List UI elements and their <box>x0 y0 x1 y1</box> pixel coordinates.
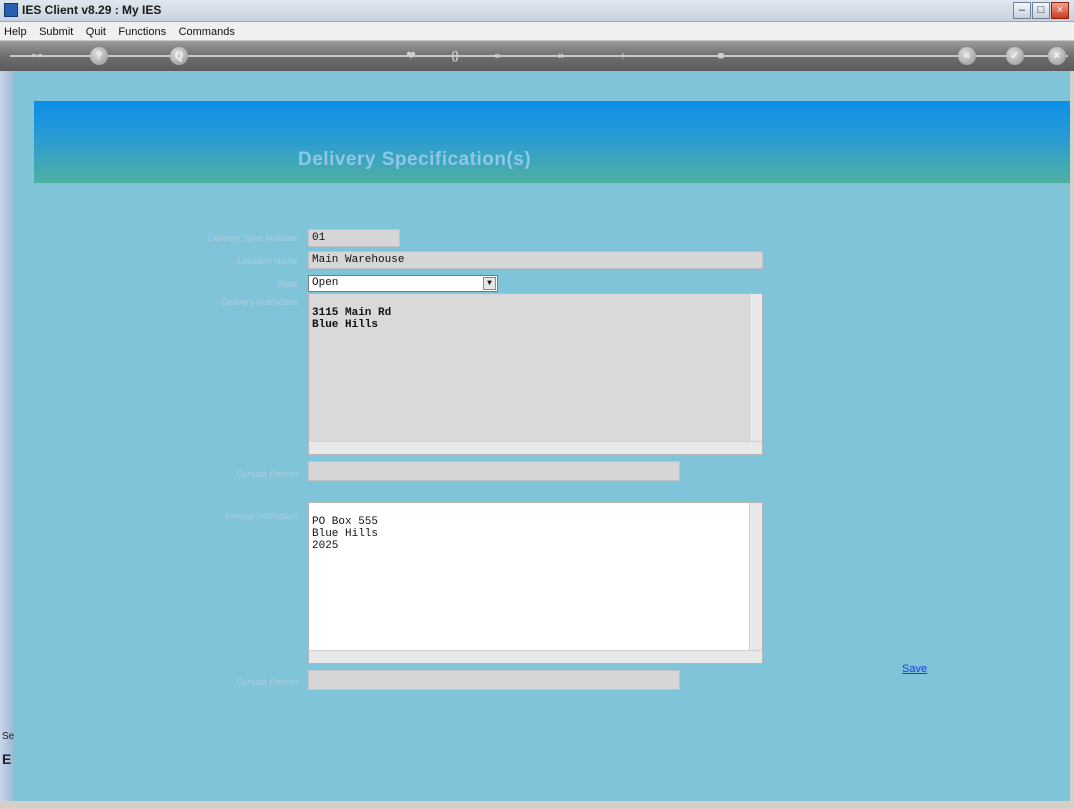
cancel-icon[interactable]: × <box>1048 47 1066 65</box>
window-title: IES Client v8.29 : My IES <box>22 3 162 17</box>
menu-help[interactable]: Help <box>0 23 31 38</box>
menu-functions[interactable]: Functions <box>114 23 170 38</box>
horizontal-scrollbar[interactable] <box>309 650 762 663</box>
stop-icon[interactable]: ■ <box>712 47 730 65</box>
invoice-instruction-textarea[interactable]: PO Box 555 Blue Hills 2025 <box>308 502 763 664</box>
back-icon[interactable]: « <box>958 47 976 65</box>
toolbar: ⊶ ? Q ❤ () « » ↑ ■ « ✓ × <box>0 41 1074 71</box>
confirm-icon[interactable]: ✓ <box>1006 47 1024 65</box>
upload-icon[interactable]: ↑ <box>614 47 632 65</box>
delivery-spec-number-field[interactable]: 01 <box>308 229 400 247</box>
delivery-instruction-text: 3115 Main Rd Blue Hills <box>312 307 392 331</box>
key-icon[interactable]: ⊶ <box>28 47 46 65</box>
toolbar-rail <box>10 55 1068 57</box>
refresh-icon[interactable]: () <box>446 47 464 65</box>
left-panel-strip: Ser E <box>0 71 18 809</box>
vertical-scrollbar[interactable] <box>749 294 762 441</box>
previous-icon[interactable]: « <box>488 47 506 65</box>
menu-submit[interactable]: Submit <box>35 23 77 38</box>
maximize-icon[interactable]: □ <box>1032 2 1050 19</box>
delivery-instruction-textarea[interactable]: 3115 Main Rd Blue Hills <box>308 293 763 455</box>
left-tab-e[interactable]: E <box>2 751 11 767</box>
state-select-value: Open <box>312 277 339 289</box>
delivery-spec-number-label: Delivery Spec Number <box>207 233 298 243</box>
invoice-instruction-label: Invoice Instruction <box>225 511 298 521</box>
app-icon <box>4 3 18 17</box>
search-icon[interactable]: Q <box>170 47 188 65</box>
menu-commands[interactable]: Commands <box>175 23 239 38</box>
chevron-down-icon[interactable]: ▼ <box>483 277 496 290</box>
window-titlebar: IES Client v8.29 : My IES – □ × <box>0 0 1074 22</box>
next-icon[interactable]: » <box>552 47 570 65</box>
contact-person-field[interactable] <box>308 461 680 481</box>
status-strip <box>0 801 1074 809</box>
menu-bar: Help Submit Quit Functions Commands <box>0 22 1074 41</box>
delivery-instruction-label: Delivery Instruction <box>221 297 298 307</box>
contact-person-field[interactable] <box>308 670 680 690</box>
save-link[interactable]: Save <box>902 663 927 675</box>
minimize-icon[interactable]: – <box>1013 2 1031 19</box>
help-icon[interactable]: ? <box>90 47 108 65</box>
vertical-scrollbar[interactable] <box>749 503 762 650</box>
location-name-label: Location Name <box>237 256 298 266</box>
state-select[interactable]: Open ▼ <box>308 275 498 292</box>
location-name-field[interactable]: Main Warehouse <box>308 251 763 269</box>
header-band: Delivery Specification(s) <box>34 101 1070 183</box>
invoice-instruction-text: PO Box 555 Blue Hills 2025 <box>312 516 379 552</box>
menu-quit[interactable]: Quit <box>82 23 110 38</box>
contact-person-label: Contact Person <box>235 677 298 687</box>
heart-icon[interactable]: ❤ <box>402 47 420 65</box>
contact-person-label: Contact Person <box>235 469 298 479</box>
state-label: State <box>276 279 298 289</box>
horizontal-scrollbar[interactable] <box>309 441 762 454</box>
content-area: Delivery Specification(s) Delivery Spec … <box>14 71 1070 801</box>
close-icon[interactable]: × <box>1051 2 1069 19</box>
page-title: Delivery Specification(s) <box>298 149 532 170</box>
